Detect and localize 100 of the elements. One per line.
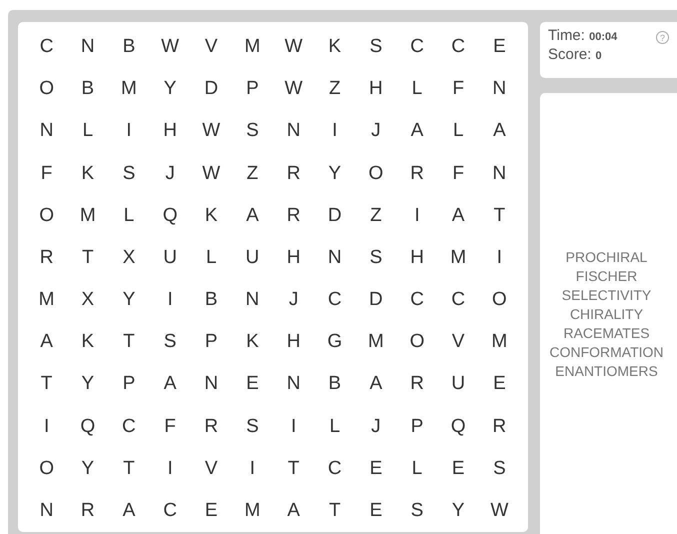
grid-letter[interactable]: N: [478, 68, 520, 110]
grid-letter[interactable]: L: [108, 194, 150, 237]
grid-letter[interactable]: R: [396, 363, 438, 406]
grid-letter[interactable]: H: [396, 236, 438, 279]
grid-letter[interactable]: D: [314, 194, 356, 237]
grid-letter[interactable]: E: [355, 448, 396, 490]
grid-letter[interactable]: W: [273, 68, 314, 110]
grid-letter[interactable]: Z: [355, 194, 396, 237]
grid-letter[interactable]: E: [478, 363, 520, 406]
grid-letter[interactable]: E: [232, 363, 273, 406]
grid-letter[interactable]: T: [273, 448, 314, 490]
grid-letter[interactable]: S: [108, 152, 150, 195]
grid-letter[interactable]: M: [108, 68, 150, 110]
grid-letter[interactable]: A: [396, 110, 438, 152]
grid-letter[interactable]: K: [314, 26, 356, 68]
grid-letter[interactable]: O: [478, 279, 520, 322]
grid-letter[interactable]: R: [478, 406, 520, 448]
grid-letter[interactable]: F: [438, 68, 479, 110]
grid-letter[interactable]: C: [438, 279, 479, 322]
grid-letter[interactable]: J: [355, 406, 396, 448]
grid-letter[interactable]: C: [26, 26, 68, 68]
grid-letter[interactable]: Q: [67, 406, 108, 448]
grid-letter[interactable]: N: [273, 110, 314, 152]
grid-letter[interactable]: N: [67, 26, 108, 68]
grid-letter[interactable]: K: [232, 321, 273, 364]
grid-letter[interactable]: A: [232, 194, 273, 237]
grid-letter[interactable]: V: [438, 321, 479, 364]
grid-letter[interactable]: T: [314, 490, 356, 532]
grid-letter[interactable]: P: [232, 68, 273, 110]
grid-letter[interactable]: S: [396, 490, 438, 532]
grid-letter[interactable]: P: [190, 321, 232, 364]
grid-letter[interactable]: N: [26, 490, 68, 532]
grid-letter[interactable]: L: [396, 68, 438, 110]
grid-letter[interactable]: T: [478, 194, 520, 237]
grid-letter[interactable]: C: [396, 26, 438, 68]
grid-letter[interactable]: I: [108, 110, 150, 152]
grid-letter[interactable]: I: [150, 279, 191, 322]
grid-letter[interactable]: U: [232, 236, 273, 279]
grid-letter[interactable]: Z: [314, 68, 356, 110]
grid-letter[interactable]: K: [190, 194, 232, 237]
grid-letter[interactable]: R: [26, 236, 68, 279]
grid-letter[interactable]: T: [108, 321, 150, 364]
grid-letter[interactable]: R: [396, 152, 438, 195]
grid-letter[interactable]: A: [478, 110, 520, 152]
grid-letter[interactable]: L: [67, 110, 108, 152]
grid-letter[interactable]: U: [150, 236, 191, 279]
grid-letter[interactable]: G: [314, 321, 356, 364]
grid-letter[interactable]: C: [314, 279, 356, 322]
grid-letter[interactable]: O: [396, 321, 438, 364]
grid-letter[interactable]: F: [438, 152, 479, 195]
grid-letter[interactable]: V: [190, 26, 232, 68]
grid-letter[interactable]: R: [273, 152, 314, 195]
grid-letter[interactable]: M: [232, 490, 273, 532]
grid-letter[interactable]: Y: [108, 279, 150, 322]
grid-letter[interactable]: E: [355, 490, 396, 532]
grid-letter[interactable]: M: [438, 236, 479, 279]
grid-letter[interactable]: X: [108, 236, 150, 279]
grid-letter[interactable]: F: [150, 406, 191, 448]
grid-letter[interactable]: A: [438, 194, 479, 237]
grid-letter[interactable]: O: [26, 194, 68, 237]
grid-letter[interactable]: H: [273, 236, 314, 279]
grid-letter[interactable]: Y: [67, 363, 108, 406]
grid-letter[interactable]: Y: [150, 68, 191, 110]
grid-letter[interactable]: H: [150, 110, 191, 152]
grid-letter[interactable]: Y: [438, 490, 479, 532]
grid-letter[interactable]: K: [67, 321, 108, 364]
grid-letter[interactable]: W: [150, 26, 191, 68]
grid-letter[interactable]: O: [355, 152, 396, 195]
grid-letter[interactable]: L: [314, 406, 356, 448]
grid-letter[interactable]: N: [26, 110, 68, 152]
grid-letter[interactable]: S: [478, 448, 520, 490]
grid-letter[interactable]: N: [190, 363, 232, 406]
grid-letter[interactable]: I: [232, 448, 273, 490]
grid-letter[interactable]: T: [108, 448, 150, 490]
grid-letter[interactable]: H: [355, 68, 396, 110]
grid-letter[interactable]: E: [478, 26, 520, 68]
grid-letter[interactable]: I: [478, 236, 520, 279]
grid-letter[interactable]: Q: [150, 194, 191, 237]
grid-letter[interactable]: C: [314, 448, 356, 490]
grid-letter[interactable]: L: [438, 110, 479, 152]
grid-letter[interactable]: N: [273, 363, 314, 406]
grid-letter[interactable]: S: [355, 26, 396, 68]
grid-letter[interactable]: Z: [232, 152, 273, 195]
grid-letter[interactable]: A: [150, 363, 191, 406]
grid-letter[interactable]: S: [232, 110, 273, 152]
grid-letter[interactable]: N: [314, 236, 356, 279]
grid-letter[interactable]: C: [150, 490, 191, 532]
grid-letter[interactable]: S: [150, 321, 191, 364]
grid-letter[interactable]: B: [108, 26, 150, 68]
grid-letter[interactable]: I: [314, 110, 356, 152]
grid-letter[interactable]: M: [232, 26, 273, 68]
grid-letter[interactable]: P: [108, 363, 150, 406]
grid-letter[interactable]: A: [108, 490, 150, 532]
grid-letter[interactable]: L: [190, 236, 232, 279]
grid-letter[interactable]: J: [355, 110, 396, 152]
grid-letter[interactable]: W: [190, 110, 232, 152]
grid-letter[interactable]: M: [478, 321, 520, 364]
grid-letter[interactable]: P: [396, 406, 438, 448]
grid-letter[interactable]: T: [26, 363, 68, 406]
grid-letter[interactable]: K: [67, 152, 108, 195]
